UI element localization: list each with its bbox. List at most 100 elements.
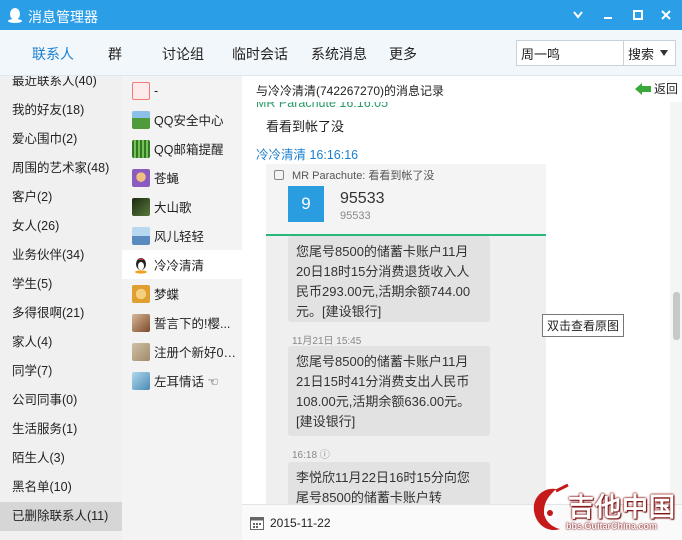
smiley-avatar-icon	[132, 81, 150, 100]
group-item-deleted-contacts[interactable]: 已删除联系人(11)	[0, 502, 122, 531]
contact-item[interactable]: 誓言下的!樱...	[122, 308, 242, 337]
watermark-url: bbs.GuitarChina.com	[566, 521, 658, 531]
group-item[interactable]: 同学(7)	[0, 357, 122, 386]
sms-bubble: 您尾号8500的储蓄卡账户11月20日18时15分消费退货收入人民币293.00…	[288, 236, 490, 322]
contact-name: QQ邮箱提醒	[154, 143, 224, 157]
photo-avatar-icon	[132, 342, 150, 361]
contact-name: 冷冷清清	[154, 259, 205, 273]
dropdown-menu-button[interactable]	[566, 3, 590, 27]
maximize-icon	[633, 10, 643, 20]
contact-group-list: 最近联系人(40) 我的好友(18) 爱心围巾(2) 周围的艺术家(48) 客户…	[0, 76, 122, 540]
back-label: 返回	[654, 82, 679, 96]
close-button[interactable]	[654, 3, 678, 27]
photo-avatar-icon	[132, 197, 150, 216]
contact-name: 梦蝶	[154, 288, 180, 302]
view-original-tooltip: 双击查看原图	[542, 314, 625, 337]
sms-bubble: 您尾号8500的储蓄卡账户11月21日15时41分消费支出人民币108.00元,…	[288, 346, 490, 436]
landscape-avatar-icon	[132, 110, 150, 129]
contact-name: 注册个新好0618	[154, 346, 242, 360]
group-item[interactable]: 最近联系人(40)	[0, 76, 122, 96]
message-scroll-area[interactable]: MR Parachute 16:16:05 看看到帐了没 冷冷清清 16:16:…	[242, 102, 670, 504]
tiger-avatar-icon	[132, 284, 150, 303]
conversation-header: 与冷冷清清(742267270)的消息记录	[256, 84, 445, 98]
qq-penguin-icon	[8, 8, 22, 23]
contact-item[interactable]: 大山歌	[122, 192, 242, 221]
contact-name: -	[154, 83, 159, 98]
window-title: 消息管理器	[28, 9, 98, 25]
tab-groups[interactable]: 群	[108, 44, 122, 64]
search-button[interactable]: 搜索	[624, 40, 676, 66]
minimize-button[interactable]	[596, 3, 620, 27]
contact-item[interactable]: 注册个新好0618	[122, 337, 242, 366]
date-bar: 2015-11-22 吉他中国 bbs.GuitarChina.com	[242, 483, 682, 540]
sms-timestamp: 11月21日 15:45	[292, 336, 362, 347]
category-tab-bar: 联系人 群 讨论组 临时会话 系统消息 更多 搜索	[0, 30, 682, 76]
penguin-avatar-icon	[135, 257, 147, 274]
vertical-scrollbar[interactable]	[670, 102, 682, 504]
contact-item[interactable]: 梦蝶	[122, 279, 242, 308]
app-icon	[274, 170, 284, 180]
group-item[interactable]: 女人(26)	[0, 212, 122, 241]
contact-item-selected[interactable]: 冷冷清清	[122, 250, 242, 279]
arrow-left-icon	[635, 82, 651, 95]
sms-timestamp: 16:18 ⓘ	[292, 450, 330, 461]
landscape-avatar-icon	[132, 226, 150, 245]
message-sender: MR Parachute 16:16:05	[256, 102, 389, 110]
calendar-icon[interactable]	[250, 516, 264, 530]
caret-down-icon	[660, 50, 669, 56]
photo-avatar-icon	[132, 313, 150, 332]
contact-name: 左耳情话 ☜	[154, 375, 219, 389]
group-item[interactable]: 多得很啊(21)	[0, 299, 122, 328]
sms-bubble: 李悦欣11月22日16时15分向您尾号8500的储蓄卡账户转	[288, 462, 490, 504]
search-input[interactable]	[516, 40, 624, 66]
group-item[interactable]: 业务伙伴(34)	[0, 241, 122, 270]
tab-temporary-sessions[interactable]: 临时会话	[232, 44, 288, 64]
group-item[interactable]: 家人(4)	[0, 328, 122, 357]
sms-card-header: MR Parachute: 看看到帐了没 9 95533 95533	[266, 164, 546, 236]
sms-sender-number-sub: 95533	[340, 210, 371, 222]
contact-name: 誓言下的!樱...	[154, 317, 231, 331]
sms-screenshot-image[interactable]: MR Parachute: 看看到帐了没 9 95533 95533 您尾号85…	[266, 164, 546, 504]
contact-name: QQ安全中心	[154, 114, 224, 128]
contact-item[interactable]: QQ安全中心	[122, 105, 242, 134]
grass-avatar-icon	[132, 139, 150, 158]
maximize-button[interactable]	[626, 3, 650, 27]
contact-item[interactable]: 左耳情话 ☜	[122, 366, 242, 395]
contact-name: 大山歌	[154, 201, 192, 215]
group-item[interactable]: 陌生人(3)	[0, 444, 122, 473]
watermark-title: 吉他中国	[568, 492, 677, 522]
contact-name: 风儿轻轻	[154, 230, 205, 244]
group-item[interactable]: 学生(5)	[0, 270, 122, 299]
tab-discussion-groups[interactable]: 讨论组	[162, 44, 204, 64]
minimize-icon	[604, 17, 612, 19]
tab-contacts[interactable]: 联系人	[32, 44, 74, 64]
contact-item[interactable]: 风儿轻轻	[122, 221, 242, 250]
group-item[interactable]: 黑名单(10)	[0, 473, 122, 502]
tab-system-messages[interactable]: 系统消息	[311, 44, 367, 64]
contact-name: 苍蝇	[154, 172, 180, 186]
contact-item[interactable]: 苍蝇	[122, 163, 242, 192]
contact-item[interactable]: QQ邮箱提醒	[122, 134, 242, 163]
scrollbar-thumb[interactable]	[673, 292, 680, 340]
message-manager-window: 消息管理器 联系人 群 讨论组 临时会话 系统消息 更多 搜索 最近联系人(40…	[0, 0, 682, 540]
close-icon	[661, 10, 671, 20]
contact-logo: 9	[288, 186, 324, 222]
contact-list: - QQ安全中心 QQ邮箱提醒 苍蝇 大山歌 风儿轻轻 冷冷清清 梦蝶 誓言下的…	[122, 76, 242, 540]
group-item[interactable]: 公司同事(0)	[0, 386, 122, 415]
cartoon-avatar-icon	[132, 168, 150, 187]
group-item[interactable]: 生活服务(1)	[0, 415, 122, 444]
message-sender: 冷冷清清 16:16:16	[256, 148, 359, 162]
group-item[interactable]: 我的好友(18)	[0, 96, 122, 125]
group-item[interactable]: 客户(2)	[0, 183, 122, 212]
selected-date[interactable]: 2015-11-22	[270, 516, 331, 530]
photo-avatar-icon	[132, 371, 150, 390]
back-button[interactable]: 返回	[634, 80, 678, 97]
group-item[interactable]: 周围的艺术家(48)	[0, 154, 122, 183]
group-item[interactable]: 爱心围巾(2)	[0, 125, 122, 154]
chevron-down-icon	[573, 11, 583, 19]
tab-more[interactable]: 更多	[389, 44, 417, 64]
message-text: 看看到帐了没	[266, 119, 345, 134]
contact-item[interactable]: -	[122, 76, 242, 105]
search-button-label: 搜索	[628, 46, 655, 62]
sms-sender-number: 95533	[340, 190, 385, 207]
